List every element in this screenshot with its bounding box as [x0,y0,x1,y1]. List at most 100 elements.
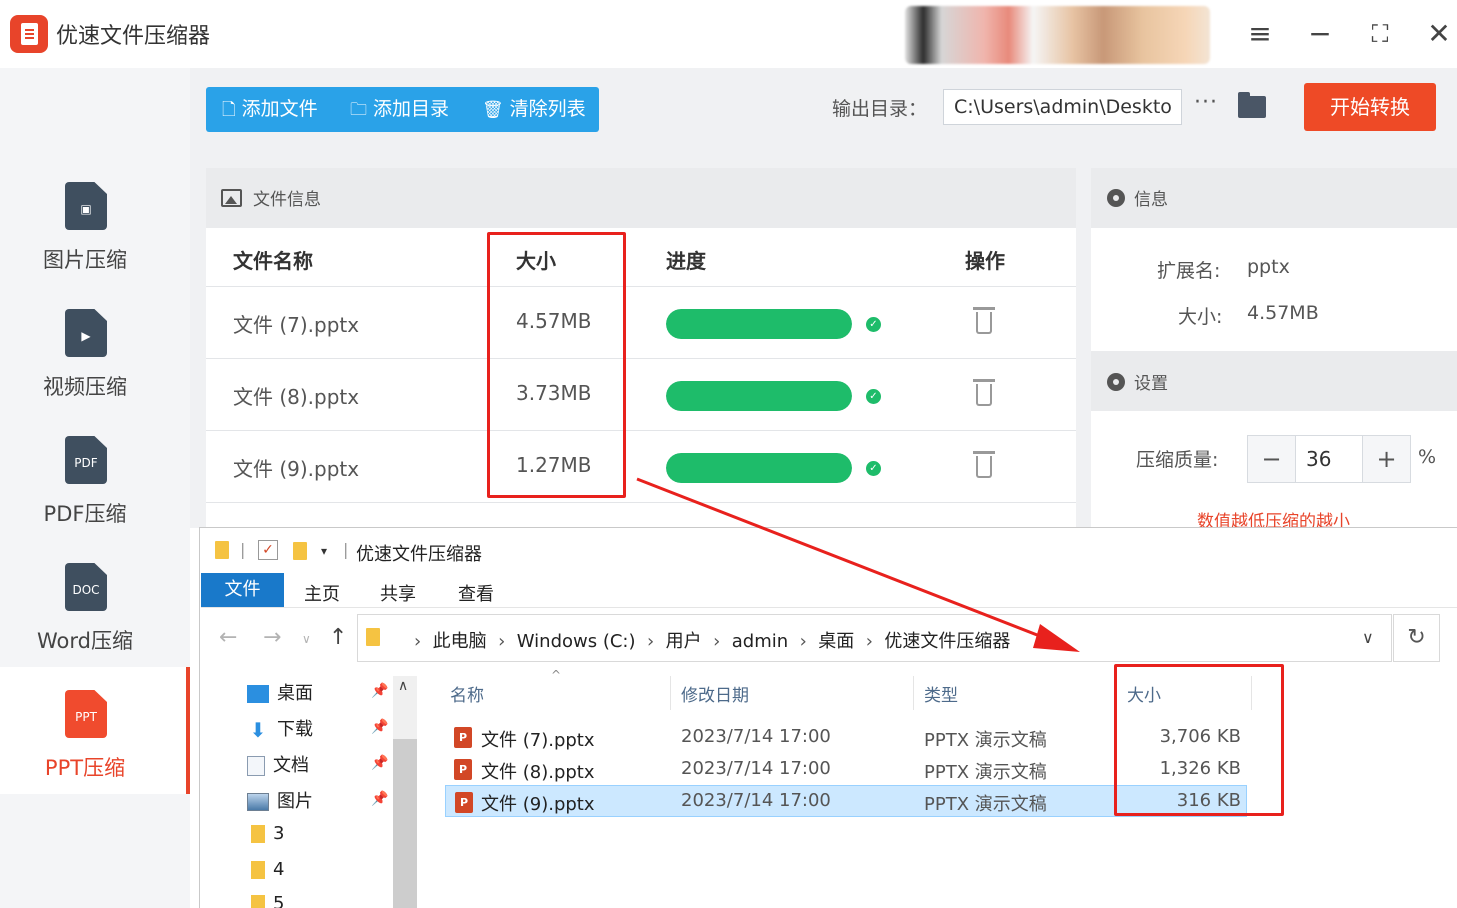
recent-chevron-icon[interactable]: ∨ [302,632,311,646]
tab-home[interactable]: 主页 [304,580,340,606]
column-separator[interactable] [913,676,914,710]
add-file-button[interactable]: 🗋 添加文件 [222,87,318,132]
forward-icon[interactable]: → [263,625,281,650]
desktop-icon [247,685,269,703]
address-dropdown-icon[interactable]: ∨ [1362,628,1374,647]
decrement-button[interactable]: − [1248,436,1295,482]
folder-outline-icon: 🗀 [350,100,367,120]
quality-label: 压缩质量: [1136,449,1219,471]
tree-item-desktop[interactable]: 桌面 [247,679,313,705]
check-icon: ✓ [866,317,881,332]
app-title: 优速文件压缩器 [56,24,211,49]
folder-icon [251,895,265,908]
checkmark-icon[interactable]: ✓ [258,540,278,560]
doc-file-icon: DOC [65,563,107,611]
document-icon [247,756,265,776]
breadcrumb-item[interactable]: 用户 [666,631,702,652]
pin-icon[interactable]: 📌 [371,755,388,771]
tree-item-pictures[interactable]: 图片 [247,787,313,813]
tab-file[interactable]: 文件 [201,573,284,607]
pdf-file-icon: PDF [65,436,107,484]
pptx-file-icon: P [455,792,473,813]
pptx-file-icon: P [454,727,472,748]
video-file-icon: ▶ [65,309,107,357]
tab-view[interactable]: 查看 [458,580,494,606]
table-row[interactable]: 文件 (8).pptx 3.73MB ✓ [206,359,1076,431]
image-file-icon: ▣ [65,182,107,230]
add-dir-button[interactable]: 🗀 添加目录 [350,87,449,132]
scrollbar-thumb[interactable] [393,739,417,908]
table-row[interactable]: 文件 (7).pptx 4.57MB ✓ [206,287,1076,359]
gear-icon [1107,373,1125,391]
title-bar [0,0,1457,68]
ext-value: pptx [1247,256,1290,278]
delete-icon[interactable] [973,379,995,407]
size-value: 4.57MB [1247,302,1319,324]
download-icon: ⬇ [249,718,267,742]
pin-icon[interactable]: 📌 [371,719,388,735]
up-icon[interactable]: ↑ [329,625,347,650]
progress-bar [666,309,852,339]
increment-button[interactable]: + [1363,436,1410,482]
start-convert-button[interactable]: 开始转换 [1304,83,1436,131]
trash-icon: 🗑 [482,100,504,120]
quality-input[interactable]: 36 [1295,436,1363,482]
chevron-down-icon[interactable]: ▾ [321,544,327,558]
sidebar-item-image[interactable]: ▣ 图片压缩 [0,182,190,309]
clear-list-button[interactable]: 🗑 清除列表 [482,87,586,132]
breadcrumb: › 此电脑 › Windows (C:) › 用户 › admin › 桌面 ›… [414,631,1011,652]
delete-icon[interactable] [973,451,995,479]
settings-title: 设置 [1134,374,1168,394]
table-row[interactable]: 文件 (9).pptx 1.27MB ✓ [206,431,1076,503]
open-folder-icon[interactable] [1238,92,1266,118]
active-indicator [186,667,190,794]
refresh-icon[interactable]: ↻ [1393,614,1440,662]
maximize-icon[interactable]: ⛶ [1360,14,1400,54]
folder-icon [251,861,265,879]
folder-icon [215,541,229,559]
output-dir-input[interactable]: C:\Users\admin\Deskto [943,89,1182,125]
menu-icon[interactable]: ≡ [1240,14,1280,54]
breadcrumb-item[interactable]: admin [732,631,788,652]
col-type[interactable]: 类型 [924,681,958,706]
back-icon[interactable]: ← [219,625,237,650]
scroll-up-icon[interactable]: ∧ [398,678,408,694]
breadcrumb-item[interactable]: Windows (C:) [517,631,636,652]
sidebar-item-ppt[interactable]: PPT PPT压缩 [0,667,190,794]
output-dir-label: 输出目录： [832,98,928,120]
folder-icon [251,825,265,843]
more-button[interactable]: ··· [1194,90,1218,115]
tree-item-documents[interactable]: 文档 [247,751,309,777]
tree-item-folder[interactable]: 5 [247,893,284,908]
size-label: 大小: [1178,306,1223,328]
breadcrumb-item[interactable]: 桌面 [818,631,854,652]
delete-icon[interactable] [973,307,995,335]
col-action: 操作 [965,249,1005,273]
tree-item-downloads[interactable]: ⬇ 下载 [247,715,313,741]
breadcrumb-item[interactable]: 此电脑 [433,631,487,652]
user-avatar-blurred[interactable] [905,6,1210,64]
divider [201,607,1457,608]
ext-label: 扩展名: [1157,260,1221,282]
col-progress: 进度 [666,249,706,273]
sidebar-item-video[interactable]: ▶ 视频压缩 [0,309,190,436]
close-icon[interactable]: ✕ [1419,14,1457,54]
pin-icon[interactable]: 📌 [371,683,388,699]
breadcrumb-item[interactable]: 优速文件压缩器 [884,631,1010,652]
pin-icon[interactable]: 📌 [371,791,388,807]
percent-unit: % [1418,446,1437,468]
quality-stepper[interactable]: − 36 + [1247,435,1411,483]
col-name[interactable]: 名称 [450,681,484,706]
tree-item-folder[interactable]: 3 [247,823,284,844]
minimize-icon[interactable]: − [1300,14,1340,54]
pptx-file-icon: P [454,759,472,780]
col-modified[interactable]: 修改日期 [681,681,749,706]
tree-item-folder[interactable]: 4 [247,859,284,880]
column-separator[interactable] [670,676,671,710]
tab-share[interactable]: 共享 [380,580,416,606]
separator: | [240,540,246,559]
separator: | [343,540,349,559]
folder-icon[interactable] [293,542,307,560]
sidebar-item-pdf[interactable]: PDF PDF压缩 [0,436,190,563]
progress-bar [666,381,852,411]
